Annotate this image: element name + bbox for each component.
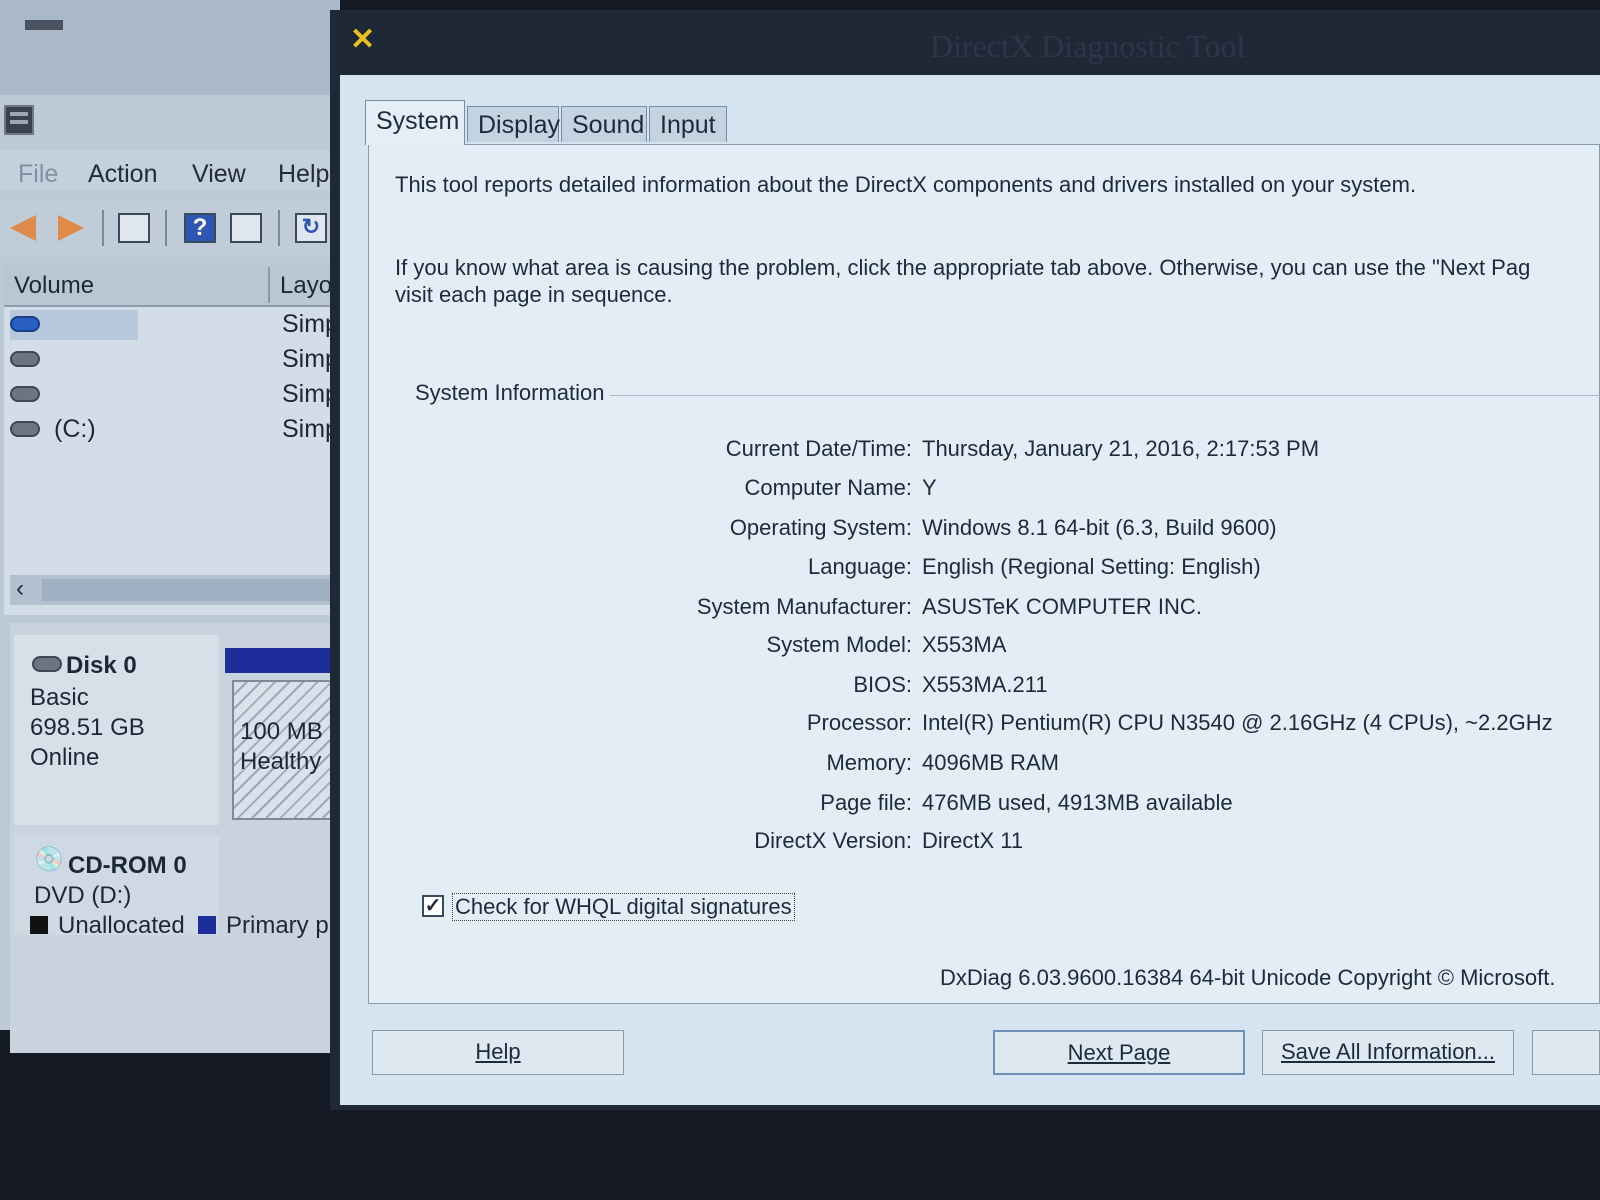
menu-action[interactable]: Action [88,160,157,189]
tab-sound[interactable]: Sound [561,106,647,142]
tab-system[interactable]: System [365,100,465,145]
volume-row[interactable]: (C:) Simp [10,415,339,445]
disk0-status: Online [30,744,100,771]
intro-text-1: This tool reports detailed information a… [395,172,1417,197]
next-page-button-label: Next Page [1067,1040,1171,1065]
scrollbar-thumb[interactable] [42,579,340,601]
group-title: System Information [415,380,605,405]
legend-unallocated-swatch [30,916,48,934]
info-value-manufacturer: ASUSTeK COMPUTER INC. [922,594,1202,619]
info-label-directx: DirectX Version: [754,828,912,853]
version-copyright-text: DxDiag 6.03.9600.16384 64-bit Unicode Co… [940,965,1556,990]
toolbar [0,200,340,255]
disk-management-titlebar [0,0,340,95]
disk0-size: 698.51 GB [30,714,145,741]
column-volume[interactable]: Volume [14,272,94,300]
volume-row[interactable]: Simp [10,380,339,410]
menu-view[interactable]: View [192,160,246,189]
info-label-manufacturer: System Manufacturer: [696,594,912,619]
back-arrow-icon[interactable] [10,215,36,241]
help-button-label: Help [475,1039,521,1064]
info-label-bios: BIOS: [853,672,912,697]
legend-primary-label: Primary p [226,912,329,939]
console-icon[interactable] [118,213,150,243]
refresh-icon[interactable]: ↻ [295,213,327,243]
group-box-border [610,395,1600,396]
save-all-information-button-label: Save All Information... [1281,1039,1495,1064]
disk-management-app-icon [4,105,34,135]
drive-icon [10,421,40,437]
info-value-memory: 4096MB RAM [922,750,1059,775]
toolbar-separator [165,210,167,246]
info-label-memory: Memory: [826,750,912,775]
forward-arrow-icon[interactable] [58,215,84,241]
info-value-pagefile: 476MB used, 4913MB available [922,790,1233,815]
cdrom-icon: 💿 [34,846,64,873]
intro-text-2: If you know what area is causing the pro… [395,255,1531,280]
save-all-information-button[interactable]: Save All Information... [1262,1030,1514,1075]
info-label-os: Operating System: [729,515,912,540]
directx-icon: ✕ [350,23,376,56]
toolbar-separator [102,210,104,246]
disk0-name: Disk 0 [66,652,137,679]
intro-text-3: visit each page in sequence. [395,282,673,307]
info-value-computer-name: Y [922,475,937,500]
whql-checkbox[interactable]: ✓ [422,895,444,917]
info-value-language: English (Regional Setting: English) [922,554,1261,579]
info-value-processor: Intel(R) Pentium(R) CPU N3540 @ 2.16GHz … [922,710,1553,735]
exit-button[interactable] [1532,1030,1600,1075]
info-label-processor: Processor: [806,710,912,735]
help-icon[interactable]: ? [184,213,216,243]
cdrom-name: CD-ROM 0 [68,852,187,879]
info-label-language: Language: [808,554,912,579]
info-label-pagefile: Page file: [820,790,912,815]
whql-checkbox-label[interactable]: Check for WHQL digital signatures [452,893,795,921]
info-value-datetime: Thursday, January 21, 2016, 2:17:53 PM [922,436,1320,461]
volume-name: (C:) [54,415,96,443]
legend-primary-swatch [198,916,216,934]
info-value-bios: X553MA.211 [922,672,1048,697]
next-page-button[interactable]: Next Page [993,1030,1245,1075]
drive-icon [10,316,40,332]
tab-input[interactable]: Input [649,106,727,142]
info-value-model: X553MA [922,632,1007,657]
info-label-computer-name: Computer Name: [744,475,912,500]
menu-file[interactable]: File [18,160,58,189]
scroll-left-icon[interactable]: ‹ [16,575,24,603]
info-value-os: Windows 8.1 64-bit (6.3, Build 9600) [922,515,1277,540]
tab-display[interactable]: Display [467,106,560,142]
drive-icon [10,386,40,402]
info-label-datetime: Current Date/Time: [725,436,912,461]
window-title-strip [25,20,63,30]
disk-icon [32,656,62,672]
volume-row[interactable]: Simp [10,345,339,375]
menu-help[interactable]: Help [278,160,329,189]
window-title: DirectX Diagnostic Tool [930,28,1246,64]
volume-row[interactable]: Simp [10,310,339,340]
cdrom-drive: DVD (D:) [34,882,132,909]
disk0-type: Basic [30,684,89,711]
column-separator[interactable] [268,267,270,303]
info-value-directx: DirectX 11 [922,828,1024,853]
legend-unallocated-label: Unallocated [58,912,185,939]
partition-size: 100 MB [240,718,323,745]
properties-icon[interactable] [230,213,262,243]
drive-icon [10,351,40,367]
toolbar-separator [278,210,280,246]
help-button[interactable]: Help [372,1030,624,1075]
partition-status: Healthy [240,748,322,775]
column-layout[interactable]: Layo [280,272,332,300]
info-label-model: System Model: [766,632,913,657]
partition-header-bar [225,648,340,673]
